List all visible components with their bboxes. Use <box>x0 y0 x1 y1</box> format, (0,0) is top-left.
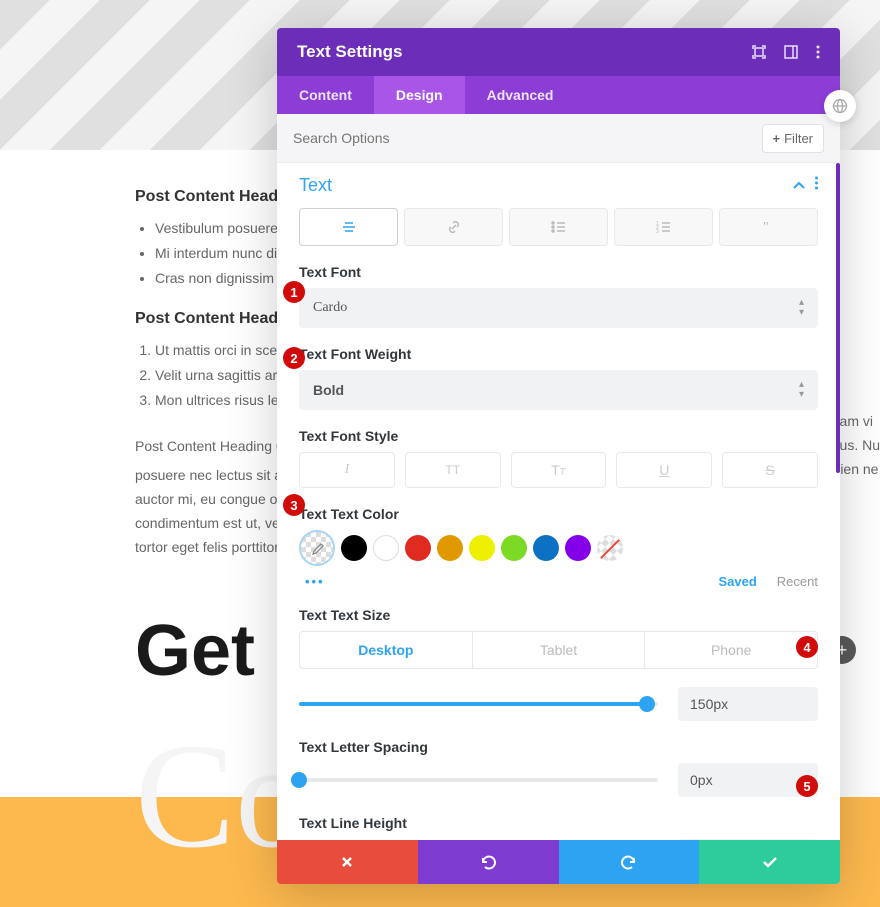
tab-content[interactable]: Content <box>277 76 374 114</box>
collapse-icon[interactable] <box>793 177 805 195</box>
callout-5: 5 <box>796 775 818 797</box>
size-slider[interactable] <box>299 702 658 706</box>
panel-footer <box>277 840 840 884</box>
more-icon[interactable] <box>816 45 820 59</box>
device-tab-phone[interactable]: Phone <box>644 632 817 668</box>
color-swatch-purple[interactable] <box>565 535 591 561</box>
quote-tab-icon[interactable]: " <box>719 208 818 246</box>
color-picker-button[interactable] <box>299 530 335 566</box>
panel-title-row: Text Settings <box>277 28 840 76</box>
ul-tab-icon[interactable] <box>509 208 608 246</box>
expand-icon[interactable] <box>752 45 766 59</box>
save-button[interactable] <box>699 840 840 884</box>
panel-toolbar: + Filter <box>277 114 840 163</box>
color-subrow: ••• Saved Recent <box>299 574 818 589</box>
font-field: Text Font Cardo ▴▾ <box>299 264 818 328</box>
panel-title: Text Settings <box>297 42 752 62</box>
search-input[interactable] <box>293 122 762 154</box>
undo-button[interactable] <box>418 840 559 884</box>
color-swatch-none[interactable] <box>597 535 623 561</box>
dock-icon[interactable] <box>784 45 798 59</box>
recent-colors-tab[interactable]: Recent <box>777 574 818 589</box>
section-more-icon[interactable] <box>815 176 818 195</box>
section-header: Text <box>299 175 818 196</box>
smallcaps-button[interactable]: TT <box>511 452 607 488</box>
color-swatch-white[interactable] <box>373 535 399 561</box>
font-select[interactable]: Cardo ▴▾ <box>299 288 818 328</box>
underline-button[interactable]: U <box>616 452 712 488</box>
color-swatch-red[interactable] <box>405 535 431 561</box>
weight-value: Bold <box>313 382 344 398</box>
callout-3: 3 <box>283 494 305 516</box>
color-swatch-green[interactable] <box>501 535 527 561</box>
select-arrows-icon: ▴▾ <box>799 380 804 400</box>
font-label: Text Font <box>299 264 818 280</box>
spacing-field: Text Letter Spacing 0px <box>299 739 818 797</box>
bg-big-text: Get I <box>135 610 295 692</box>
style-field: Text Font Style I TT TT U S <box>299 428 818 488</box>
uppercase-button[interactable]: TT <box>405 452 501 488</box>
size-label: Text Text Size <box>299 607 818 623</box>
spacing-slider-row: 0px <box>299 763 818 797</box>
spacing-label: Text Letter Spacing <box>299 739 818 755</box>
globe-icon[interactable] <box>824 90 856 122</box>
color-swatch-blue[interactable] <box>533 535 559 561</box>
section-title: Text <box>299 175 332 196</box>
ol-tab-icon[interactable]: 123 <box>614 208 713 246</box>
lineheight-field: Text Line Height 1em <box>299 815 818 840</box>
color-swatch-yellow[interactable] <box>469 535 495 561</box>
filter-label: Filter <box>784 131 813 146</box>
text-element-tabs: 123 " <box>299 208 818 246</box>
text-settings-panel: Text Settings Content Design Advanced + … <box>277 28 840 884</box>
svg-text:3: 3 <box>656 229 659 233</box>
callout-4: 4 <box>796 636 818 658</box>
paragraph-tab-icon[interactable] <box>299 208 398 246</box>
redo-button[interactable] <box>559 840 700 884</box>
saved-colors-tab[interactable]: Saved <box>718 574 756 589</box>
panel-body: Text 123 " Text Font Cardo ▴▾ Text Font … <box>277 163 840 840</box>
cancel-button[interactable] <box>277 840 418 884</box>
tab-advanced[interactable]: Advanced <box>465 76 576 114</box>
device-tab-tablet[interactable]: Tablet <box>472 632 645 668</box>
font-value: Cardo <box>313 300 347 316</box>
color-more-icon[interactable]: ••• <box>305 574 325 589</box>
size-slider-row: 150px <box>299 687 818 721</box>
filter-button[interactable]: + Filter <box>762 124 824 153</box>
tab-design[interactable]: Design <box>374 76 465 114</box>
callout-2: 2 <box>283 347 305 369</box>
style-label: Text Font Style <box>299 428 818 444</box>
lineheight-slider-row: 1em <box>299 839 818 840</box>
lineheight-value[interactable]: 1em <box>678 839 818 840</box>
section-actions <box>793 176 818 195</box>
size-value[interactable]: 150px <box>678 687 818 721</box>
link-tab-icon[interactable] <box>404 208 503 246</box>
panel-title-icons <box>752 45 820 59</box>
color-swatch-orange[interactable] <box>437 535 463 561</box>
color-field: Text Text Color ••• Saved Recent <box>299 506 818 589</box>
weight-select[interactable]: Bold ▴▾ <box>299 370 818 410</box>
strikethrough-button[interactable]: S <box>722 452 818 488</box>
panel-tabs: Content Design Advanced <box>277 76 840 114</box>
panel-header: Text Settings Content Design Advanced <box>277 28 840 114</box>
callout-1: 1 <box>283 281 305 303</box>
color-label: Text Text Color <box>299 506 818 522</box>
italic-button[interactable]: I <box>299 452 395 488</box>
svg-text:": " <box>763 221 769 233</box>
lineheight-label: Text Line Height <box>299 815 818 831</box>
weight-field: Text Font Weight Bold ▴▾ <box>299 346 818 410</box>
weight-label: Text Font Weight <box>299 346 818 362</box>
color-swatch-black[interactable] <box>341 535 367 561</box>
select-arrows-icon: ▴▾ <box>799 298 804 318</box>
size-field: Text Text Size Desktop Tablet Phone 150p… <box>299 607 818 721</box>
color-swatches <box>299 530 818 566</box>
spacing-slider[interactable] <box>299 778 658 782</box>
device-tab-desktop[interactable]: Desktop <box>300 632 472 668</box>
device-tabs: Desktop Tablet Phone <box>299 631 818 669</box>
style-buttons: I TT TT U S <box>299 452 818 488</box>
